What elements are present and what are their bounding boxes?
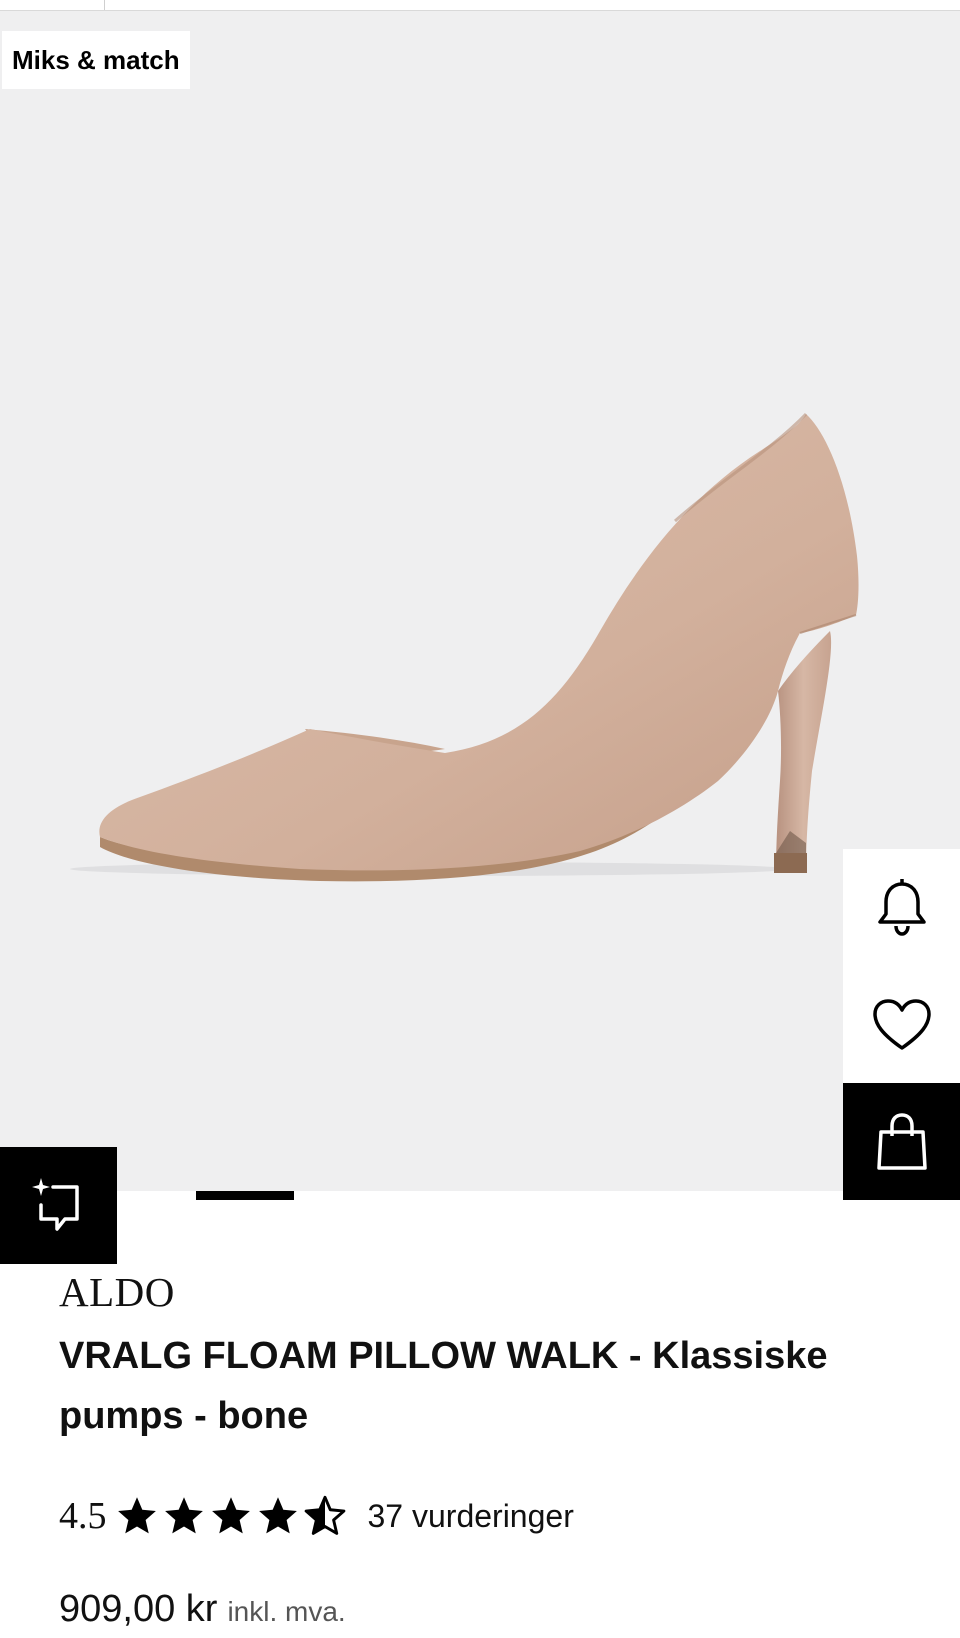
top-bar-divider — [104, 0, 105, 10]
star-full-icon — [211, 1497, 250, 1534]
gallery-progress-indicator — [196, 1191, 294, 1200]
product-title: VRALG FLOAM PILLOW WALK - Klassiske pump… — [59, 1335, 828, 1437]
brand-name[interactable]: ALDO — [59, 1268, 175, 1316]
rating-count[interactable]: 37 vurderinger — [368, 1498, 574, 1535]
rating-value: 4.5 — [59, 1495, 107, 1537]
product-image[interactable] — [0, 11, 960, 1191]
star-full-icon — [164, 1497, 203, 1534]
star-full-icon — [117, 1497, 156, 1534]
price: 909,00 kr — [59, 1588, 218, 1630]
find-similar-button[interactable] — [0, 1147, 117, 1264]
shopping-bag-icon — [876, 1112, 927, 1170]
wishlist-button[interactable] — [843, 966, 960, 1083]
rating-stars — [115, 1494, 350, 1538]
star-half-icon — [304, 1495, 345, 1535]
top-bar — [0, 0, 960, 11]
price-vat-note: inkl. mva. — [227, 1596, 346, 1627]
notify-button[interactable] — [843, 849, 960, 966]
product-image-gallery[interactable]: Miks & match — [0, 11, 960, 1191]
sparkle-chat-icon — [31, 1177, 79, 1231]
rating-row[interactable]: 4.5 37 vurderinger — [59, 1490, 574, 1542]
price-row: 909,00 kr inkl. mva. — [59, 1588, 346, 1631]
add-to-bag-button[interactable] — [843, 1083, 960, 1200]
heart-icon — [872, 998, 931, 1050]
bell-icon — [877, 878, 926, 936]
side-actions — [843, 849, 960, 1200]
mix-and-match-label: Miks & match — [12, 44, 180, 75]
product-page: Miks & match ALDO VRALG FLOAM PILLOW WAL… — [0, 0, 960, 1638]
mix-and-match-badge: Miks & match — [2, 31, 190, 89]
star-full-icon — [258, 1497, 297, 1534]
